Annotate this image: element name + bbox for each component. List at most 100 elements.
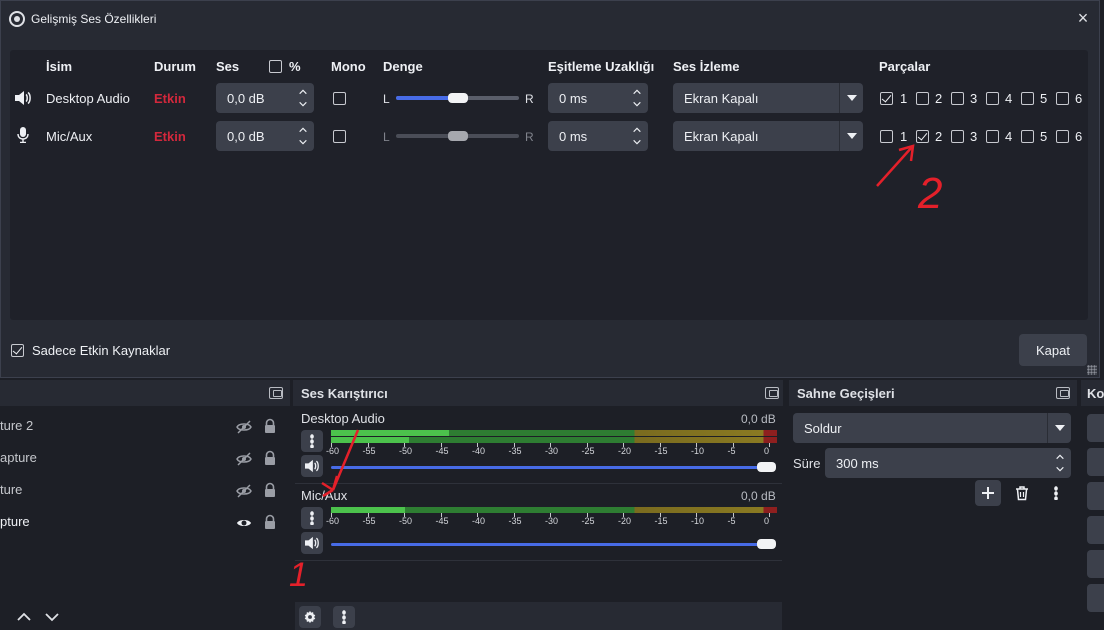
sync-offset-spinbox[interactable]: 0 ms: [548, 83, 648, 113]
volume-spinbox[interactable]: 0,0 dB: [216, 83, 314, 113]
lock-icon[interactable]: [262, 450, 278, 466]
duration-spinbox[interactable]: 300 ms: [825, 448, 1071, 478]
mono-checkbox[interactable]: [333, 130, 346, 143]
spin-arrows[interactable]: [292, 83, 314, 113]
chevron-down-icon[interactable]: [1053, 464, 1067, 474]
track-label: 3: [970, 91, 978, 106]
mono-checkbox[interactable]: [333, 92, 346, 105]
control-button[interactable]: [1087, 414, 1104, 442]
close-icon[interactable]: ×: [1075, 9, 1091, 27]
header-name: İsim: [46, 59, 73, 74]
move-down-icon[interactable]: [44, 609, 60, 625]
transition-menu-button[interactable]: [1043, 480, 1069, 506]
dropdown-arrow[interactable]: [839, 121, 863, 151]
track-1-checkbox[interactable]: [880, 92, 893, 105]
control-button[interactable]: [1087, 584, 1104, 612]
mixer-menu-button[interactable]: [333, 606, 355, 628]
track-2-checkbox[interactable]: [916, 130, 929, 143]
percent-checkbox[interactable]: [269, 60, 282, 73]
transition-dropdown[interactable]: Soldur: [793, 413, 1071, 443]
channel-menu-button[interactable]: [301, 430, 323, 452]
chevron-up-icon[interactable]: [296, 87, 310, 97]
balance-slider[interactable]: [396, 93, 519, 103]
lock-icon[interactable]: [262, 418, 278, 434]
track-label: 2: [935, 91, 943, 106]
eye-icon[interactable]: [236, 515, 252, 531]
source-item-label[interactable]: ture: [0, 482, 22, 497]
close-button[interactable]: Kapat: [1019, 334, 1087, 366]
track-6-checkbox[interactable]: [1056, 130, 1069, 143]
control-button[interactable]: [1087, 516, 1104, 544]
chevron-down-icon[interactable]: [296, 137, 310, 147]
track-3-checkbox[interactable]: [951, 92, 964, 105]
mixer-toolbar: [295, 602, 782, 630]
float-dock-icon[interactable]: [269, 387, 283, 399]
volume-spinbox[interactable]: 0,0 dB: [216, 121, 314, 151]
channel-menu-button[interactable]: [301, 507, 323, 529]
monitoring-dropdown[interactable]: Ekran Kapalı: [673, 83, 863, 113]
chevron-up-icon[interactable]: [1053, 452, 1067, 462]
spin-arrows[interactable]: [626, 83, 648, 113]
track-label: 3: [970, 129, 978, 144]
mixer-channel-db: 0,0 dB: [741, 412, 776, 426]
row-name: Desktop Audio: [46, 91, 130, 106]
eye-hidden-icon[interactable]: [236, 451, 252, 467]
volume-slider[interactable]: [331, 543, 771, 546]
header-monitoring: Ses İzleme: [673, 59, 740, 74]
lock-icon[interactable]: [262, 514, 278, 530]
spin-arrows[interactable]: [626, 121, 648, 151]
chevron-down-icon[interactable]: [630, 99, 644, 109]
chevron-down-icon[interactable]: [630, 137, 644, 147]
more-vertical-icon: [342, 610, 346, 624]
float-dock-icon[interactable]: [765, 387, 779, 399]
spin-arrows[interactable]: [292, 121, 314, 151]
volume-slider-handle[interactable]: [757, 539, 776, 549]
track-2-checkbox[interactable]: [916, 92, 929, 105]
audio-mixer-panel: Desktop Audio 0,0 dB Mic/Aux 0,0 dB -60 -…: [295, 406, 782, 630]
control-button[interactable]: [1087, 448, 1104, 476]
eye-hidden-icon[interactable]: [236, 419, 252, 435]
mute-button[interactable]: [301, 455, 323, 477]
sync-offset-spinbox[interactable]: 0 ms: [548, 121, 648, 151]
chevron-up-icon[interactable]: [296, 125, 310, 135]
mixer-settings-button[interactable]: [299, 606, 321, 628]
remove-transition-button[interactable]: [1009, 480, 1035, 506]
header-sync-offset: Eşitleme Uzaklığı: [548, 59, 655, 74]
lock-icon[interactable]: [262, 482, 278, 498]
eye-hidden-icon[interactable]: [236, 483, 252, 499]
dropdown-arrow[interactable]: [1047, 413, 1071, 443]
track-1-checkbox[interactable]: [880, 130, 893, 143]
row-status: Etkin: [154, 129, 186, 144]
mute-button[interactable]: [301, 532, 323, 554]
chevron-down-icon[interactable]: [296, 99, 310, 109]
control-button[interactable]: [1087, 482, 1104, 510]
source-item-label[interactable]: pture: [0, 514, 30, 529]
volume-slider-handle[interactable]: [757, 462, 776, 472]
control-button[interactable]: [1087, 550, 1104, 578]
resize-grip-icon[interactable]: [1087, 365, 1097, 375]
balance-slider-handle[interactable]: [448, 93, 468, 103]
source-item-label[interactable]: apture: [0, 450, 37, 465]
mixer-channel-name: Desktop Audio: [301, 411, 385, 426]
only-active-sources-checkbox[interactable]: [11, 344, 24, 357]
track-5-checkbox[interactable]: [1021, 92, 1034, 105]
monitoring-dropdown[interactable]: Ekran Kapalı: [673, 121, 863, 151]
track-4-checkbox[interactable]: [986, 92, 999, 105]
meter-scale-label: -35: [508, 446, 522, 456]
source-item-label[interactable]: ture 2: [0, 418, 33, 433]
track-4-checkbox[interactable]: [986, 130, 999, 143]
track-6-checkbox[interactable]: [1056, 92, 1069, 105]
volume-slider[interactable]: [331, 466, 771, 469]
track-5-checkbox[interactable]: [1021, 130, 1034, 143]
move-up-icon[interactable]: [16, 609, 32, 625]
float-dock-icon[interactable]: [1056, 387, 1070, 399]
add-transition-button[interactable]: [975, 480, 1001, 506]
dropdown-arrow[interactable]: [839, 83, 863, 113]
meter-scale-label: 0: [764, 446, 770, 456]
chevron-up-icon[interactable]: [630, 87, 644, 97]
track-label: 4: [1005, 129, 1013, 144]
monitoring-value: Ekran Kapalı: [684, 90, 759, 106]
spin-arrows[interactable]: [1049, 448, 1071, 478]
chevron-up-icon[interactable]: [630, 125, 644, 135]
track-3-checkbox[interactable]: [951, 130, 964, 143]
